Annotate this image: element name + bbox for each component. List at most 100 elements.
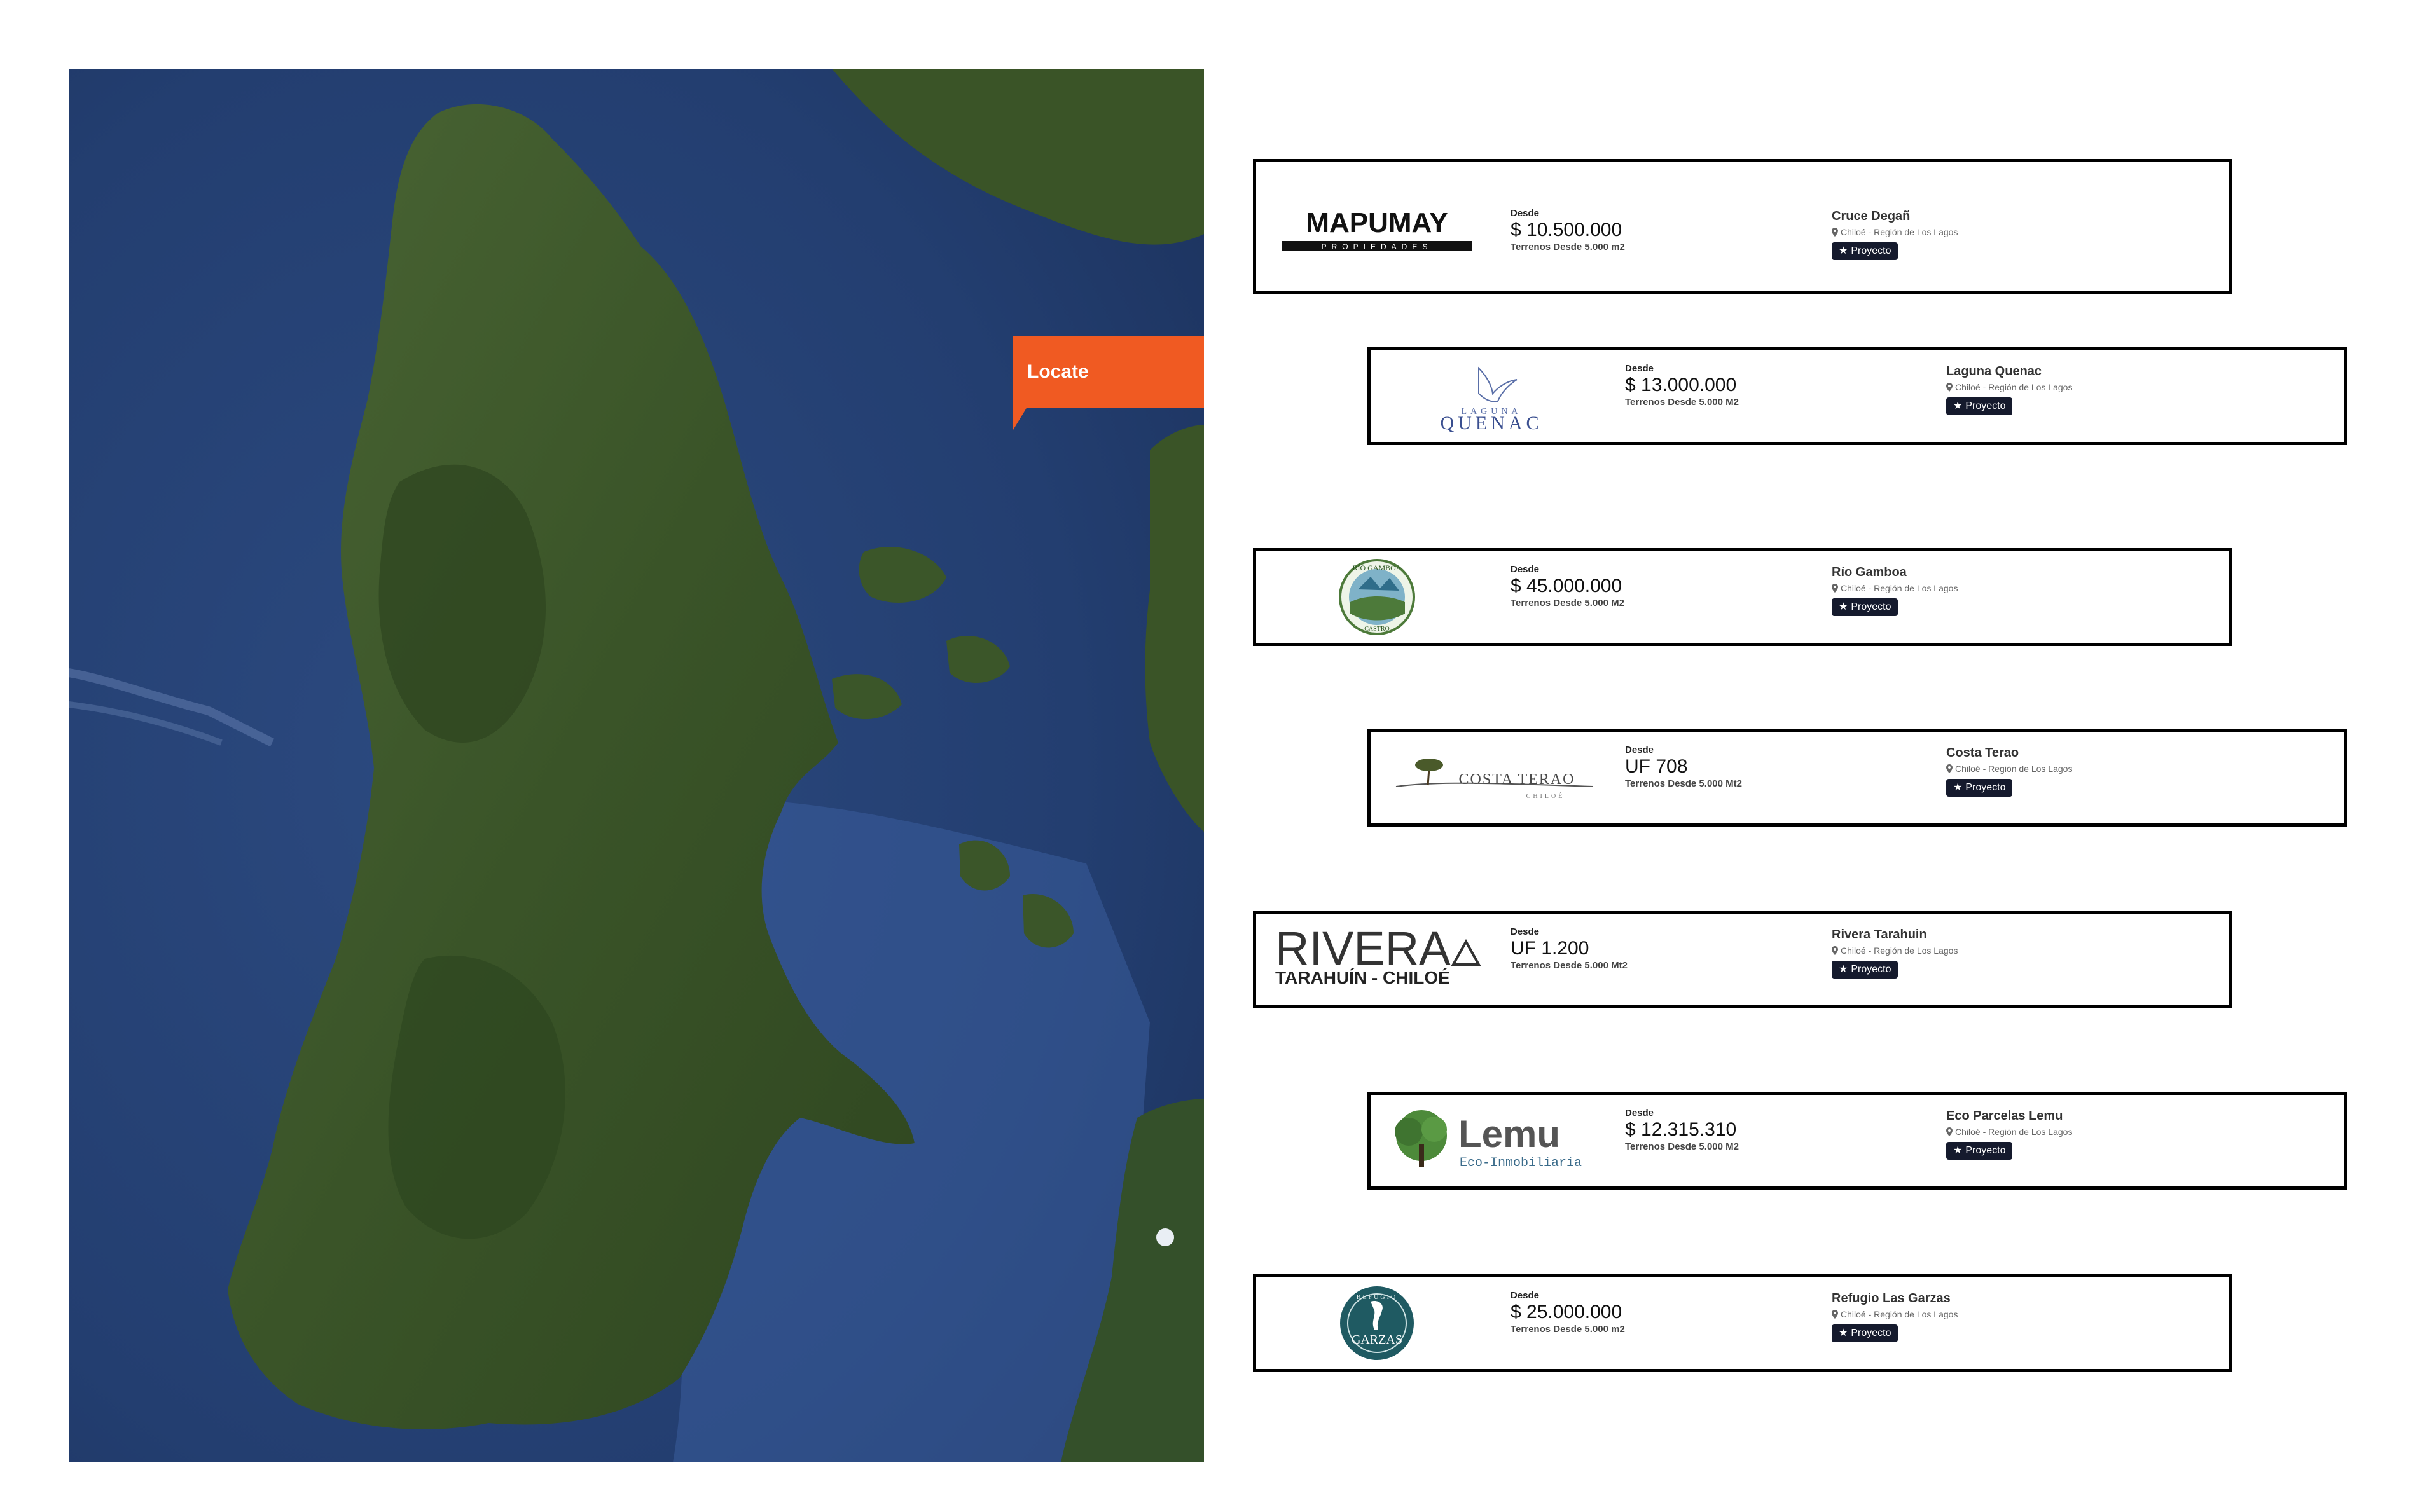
map-pin-icon xyxy=(1946,764,1953,773)
location-text: Chiloé - Región de Los Lagos xyxy=(1841,583,1958,593)
price-from-label: Desde xyxy=(1511,926,1540,937)
project-badge[interactable]: ★ Proyecto xyxy=(1832,961,1898,979)
location-text: Chiloé - Región de Los Lagos xyxy=(1955,382,2073,392)
price-column: Desde $ 13.000.000 Terrenos Desde 5.000 … xyxy=(1625,363,1930,409)
project-name[interactable]: Rivera Tarahuin xyxy=(1832,926,2188,943)
badge-label: Proyecto xyxy=(1965,1145,2006,1156)
price-value: $ 12.315.310 xyxy=(1625,1119,1737,1140)
map-pin-icon xyxy=(1832,584,1838,593)
star-icon: ★ xyxy=(1953,1145,1963,1156)
logo-primary-text: GARZAS xyxy=(1352,1333,1402,1347)
price-value: $ 10.500.000 xyxy=(1511,219,1622,240)
listing-card-refugio-las-garzas[interactable]: REFUGIO GARZAS Desde $ 25.000.000 Terren… xyxy=(1253,1274,2232,1372)
listing-card-rivera-tarahuin[interactable]: RIVERA TARAHUÍN - CHILOÉ Desde UF 1.200 … xyxy=(1253,911,2232,1008)
badge-label: Proyecto xyxy=(1851,1328,1891,1338)
price-from-label: Desde xyxy=(1511,1290,1540,1301)
badge-label: Proyecto xyxy=(1851,601,1891,612)
map-pin-icon xyxy=(1946,1127,1953,1136)
mapumay-logo: MAPUMAY PROPIEDADES xyxy=(1269,188,1485,269)
project-location: Chiloé - Región de Los Lagos xyxy=(1832,943,2188,958)
project-name[interactable]: Eco Parcelas Lemu xyxy=(1946,1108,2302,1124)
refugio-las-garzas-logo: REFUGIO GARZAS xyxy=(1269,1282,1485,1364)
listing-card-rio-gamboa[interactable]: RÍO GAMBOA CASTRO Desde $ 45.000.000 Ter… xyxy=(1253,548,2232,646)
project-name[interactable]: Cruce Degañ xyxy=(1832,208,2188,224)
price-column: Desde UF 1.200 Terrenos Desde 5.000 Mt2 xyxy=(1511,926,1816,972)
costa-terao-logo: COSTA TERAO CHILOÉ xyxy=(1383,737,1600,818)
price-value: UF 1.200 xyxy=(1511,938,1589,959)
project-badge[interactable]: ★ Proyecto xyxy=(1832,598,1898,616)
logo-secondary-text: CASTRO xyxy=(1364,626,1389,633)
info-column: Refugio Las Garzas Chiloé - Región de Lo… xyxy=(1832,1290,2188,1342)
badge-label: Proyecto xyxy=(1965,782,2006,793)
info-column: Río Gamboa Chiloé - Región de Los Lagos … xyxy=(1832,564,2188,616)
logo-primary-text: QUENAC xyxy=(1441,413,1543,434)
logo-secondary-text: REFUGIO xyxy=(1357,1294,1397,1301)
info-column: Eco Parcelas Lemu Chiloé - Región de Los… xyxy=(1946,1108,2302,1160)
price-column: Desde $ 12.315.310 Terrenos Desde 5.000 … xyxy=(1625,1108,1930,1153)
logo-secondary-text: PROPIEDADES xyxy=(1322,242,1433,251)
price-from-label: Desde xyxy=(1625,745,1654,755)
project-name[interactable]: Laguna Quenac xyxy=(1946,363,2302,380)
project-name[interactable]: Costa Terao xyxy=(1946,745,2302,761)
map-pin-icon xyxy=(1832,946,1838,955)
project-location: Chiloé - Región de Los Lagos xyxy=(1946,1124,2302,1139)
terrain-size: Terrenos Desde 5.000 M2 xyxy=(1625,1141,1739,1152)
map-image xyxy=(69,69,1204,1462)
satellite-map[interactable]: Locate xyxy=(69,69,1204,1462)
project-location: Chiloé - Región de Los Lagos xyxy=(1946,380,2302,395)
logo-primary-text: RÍO GAMBOA xyxy=(1352,563,1401,572)
badge-label: Proyecto xyxy=(1851,245,1891,256)
terrain-size: Terrenos Desde 5.000 Mt2 xyxy=(1511,960,1628,971)
price-column: Desde $ 25.000.000 Terrenos Desde 5.000 … xyxy=(1511,1290,1816,1336)
location-text: Chiloé - Región de Los Lagos xyxy=(1841,945,1958,956)
project-name[interactable]: Refugio Las Garzas xyxy=(1832,1290,2188,1307)
logo-secondary-text: TARAHUÍN - CHILOÉ xyxy=(1275,968,1450,987)
terrain-size: Terrenos Desde 5.000 m2 xyxy=(1511,242,1625,252)
terrain-size: Terrenos Desde 5.000 M2 xyxy=(1511,598,1624,608)
listing-card-cruce-degan[interactable]: MAPUMAY PROPIEDADES Desde $ 10.500.000 T… xyxy=(1253,159,2232,294)
price-from-label: Desde xyxy=(1625,1108,1654,1118)
info-column: Cruce Degañ Chiloé - Región de Los Lagos… xyxy=(1832,208,2188,260)
project-location: Chiloé - Región de Los Lagos xyxy=(1832,581,2188,596)
logo-primary-text: Lemu xyxy=(1458,1113,1560,1155)
rivera-logo: RIVERA TARAHUÍN - CHILOÉ xyxy=(1269,919,1485,1000)
project-badge[interactable]: ★ Proyecto xyxy=(1946,1142,2013,1160)
project-badge[interactable]: ★ Proyecto xyxy=(1946,397,2013,415)
star-icon: ★ xyxy=(1953,401,1963,411)
terrain-size: Terrenos Desde 5.000 m2 xyxy=(1511,1324,1625,1335)
logo-secondary-text: CHILOÉ xyxy=(1526,792,1565,800)
price-column: Desde $ 45.000.000 Terrenos Desde 5.000 … xyxy=(1511,564,1816,610)
price-from-label: Desde xyxy=(1511,208,1540,219)
project-badge[interactable]: ★ Proyecto xyxy=(1946,779,2013,797)
listing-card-costa-terao[interactable]: COSTA TERAO CHILOÉ Desde UF 708 Terrenos… xyxy=(1367,729,2347,827)
map-pin-icon xyxy=(1946,383,1953,392)
price-value: $ 13.000.000 xyxy=(1625,375,1737,395)
info-column: Rivera Tarahuin Chiloé - Región de Los L… xyxy=(1832,926,2188,979)
star-icon: ★ xyxy=(1953,782,1963,793)
logo-primary-text: COSTA TERAO xyxy=(1459,771,1575,788)
star-icon: ★ xyxy=(1839,964,1848,975)
location-text: Chiloé - Región de Los Lagos xyxy=(1955,1127,2073,1137)
laguna-quenac-logo: LAGUNA QUENAC xyxy=(1383,355,1600,437)
star-icon: ★ xyxy=(1839,601,1848,612)
rio-gamboa-logo: RÍO GAMBOA CASTRO xyxy=(1269,556,1485,638)
price-from-label: Desde xyxy=(1625,363,1654,374)
info-column: Costa Terao Chiloé - Región de Los Lagos… xyxy=(1946,745,2302,797)
terrain-size: Terrenos Desde 5.000 Mt2 xyxy=(1625,778,1742,789)
location-text: Chiloé - Región de Los Lagos xyxy=(1841,1309,1958,1319)
map-pin-icon xyxy=(1832,1310,1838,1319)
listing-card-eco-parcelas-lemu[interactable]: Lemu Eco-Inmobiliaria Desde $ 12.315.310… xyxy=(1367,1092,2347,1190)
info-column: Laguna Quenac Chiloé - Región de Los Lag… xyxy=(1946,363,2302,415)
star-icon: ★ xyxy=(1839,245,1848,256)
price-column: Desde $ 10.500.000 Terrenos Desde 5.000 … xyxy=(1511,208,1816,254)
price-from-label: Desde xyxy=(1511,564,1540,575)
page: Locate MAPUMAY PROPIEDADES Desde $ 10.50… xyxy=(0,0,2420,1512)
lemu-logo: Lemu Eco-Inmobiliaria xyxy=(1383,1100,1600,1181)
locate-button[interactable]: Locate xyxy=(1013,336,1204,408)
project-name[interactable]: Río Gamboa xyxy=(1832,564,2188,581)
listing-card-laguna-quenac[interactable]: LAGUNA QUENAC Desde $ 13.000.000 Terreno… xyxy=(1367,347,2347,445)
project-badge[interactable]: ★ Proyecto xyxy=(1832,242,1898,260)
project-badge[interactable]: ★ Proyecto xyxy=(1832,1324,1898,1342)
logo-primary-text: RIVERA xyxy=(1275,922,1451,975)
logo-secondary-text: Eco-Inmobiliaria xyxy=(1460,1156,1582,1171)
